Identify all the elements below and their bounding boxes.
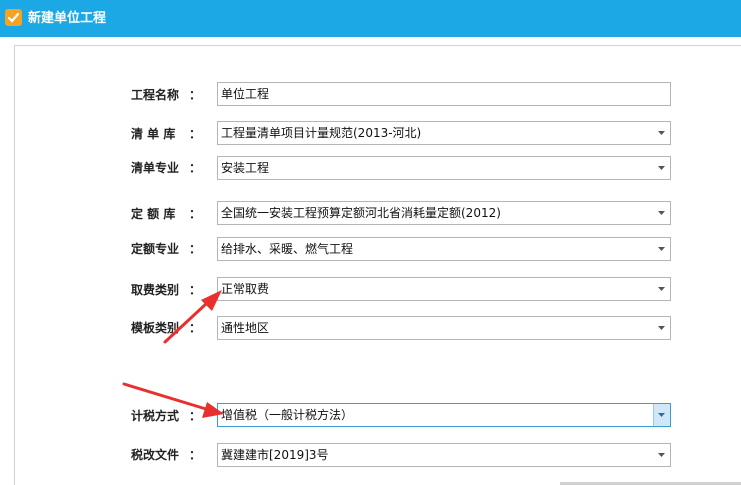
red-arrow-icon	[122, 382, 224, 418]
red-arrow-icon	[163, 290, 222, 344]
annotation-arrows	[122, 290, 224, 418]
